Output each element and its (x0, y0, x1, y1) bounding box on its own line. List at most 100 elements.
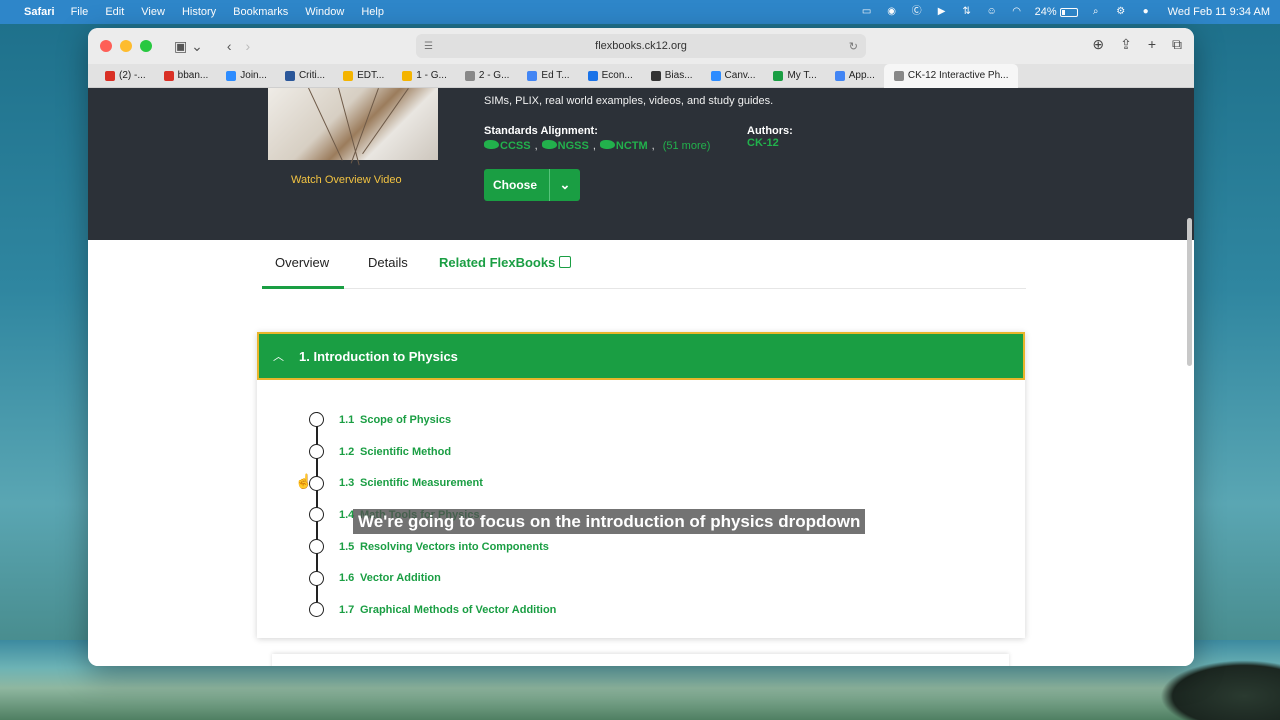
tab-overview-icon[interactable]: ⧉ (1172, 36, 1182, 53)
choose-button-label: Choose (493, 178, 538, 192)
book-hero: Watch Overview Video SIMs, PLIX, real wo… (88, 88, 1194, 240)
browser-tab[interactable]: Join... (217, 64, 276, 88)
browser-tab[interactable]: EDT... (334, 64, 393, 88)
back-icon[interactable]: ‹ (227, 38, 232, 54)
lesson-link[interactable]: Resolving Vectors into Components (360, 541, 549, 553)
page-scrollbar[interactable] (1187, 218, 1192, 366)
chevron-down-icon[interactable]: ⌄ (549, 169, 580, 201)
browser-tab[interactable]: 1 - G... (393, 64, 456, 88)
lesson-number: 1.7 (339, 603, 355, 616)
content-tabs: Overview Details Related FlexBooks (262, 240, 1026, 289)
lesson-item[interactable]: 1.6 Vector Addition (309, 562, 556, 603)
sidebar-toggle-icon[interactable]: ▣ ⌄ (174, 38, 203, 55)
lesson-number: 1.5 (339, 540, 355, 553)
lesson-link[interactable]: Scope of Physics (360, 414, 451, 426)
browser-tab[interactable]: My T... (764, 64, 825, 88)
menu-view[interactable]: View (141, 6, 165, 18)
lesson-item[interactable]: 1.1 Scope of Physics (309, 404, 556, 444)
address-bar[interactable]: ☰ flexbooks.ck12.org ↻ (416, 34, 866, 58)
menu-history[interactable]: History (182, 6, 216, 18)
choose-button[interactable]: Choose ⌄ (484, 169, 580, 201)
zoom-window-button[interactable] (140, 40, 152, 52)
tab-favicon-icon (226, 70, 237, 81)
browser-tab[interactable]: App... (826, 64, 884, 88)
browser-tab[interactable]: CK-12 Interactive Ph... (883, 63, 1019, 88)
chapter-header[interactable]: ︿ 1. Introduction to Physics (257, 332, 1025, 380)
browser-tab[interactable]: Criti... (276, 64, 334, 88)
tab-related-flexbooks[interactable]: Related FlexBooks (439, 255, 572, 270)
tab-label: Ed T... (541, 70, 570, 81)
tab-favicon-icon (464, 70, 475, 81)
minimize-window-button[interactable] (120, 40, 132, 52)
standard-ccss-link[interactable]: CCSS (484, 140, 531, 152)
menu-file[interactable]: File (71, 6, 89, 18)
play-icon[interactable]: ▶ (935, 6, 949, 18)
lesson-progress-circle-icon (309, 602, 324, 618)
standards-more-link[interactable]: (51 more) (663, 140, 711, 152)
wifi-icon[interactable]: ◠ (1010, 6, 1024, 18)
page-settings-icon[interactable]: ☰ (424, 41, 433, 52)
forward-icon[interactable]: › (246, 38, 251, 54)
menu-help[interactable]: Help (361, 6, 384, 18)
menu-app-name[interactable]: Safari (24, 6, 55, 18)
lesson-item[interactable]: 1.5 Resolving Vectors into Components (309, 531, 556, 571)
close-window-button[interactable] (100, 40, 112, 52)
lesson-link[interactable]: Graphical Methods of Vector Addition (360, 604, 556, 616)
lesson-progress-circle-icon (309, 444, 324, 460)
lesson-progress-circle-icon (309, 507, 324, 523)
lesson-link[interactable]: Vector Addition (360, 572, 441, 584)
screen-share-icon[interactable]: ▭ (860, 6, 874, 18)
browser-tab[interactable]: Econ... (579, 64, 642, 88)
chevron-up-icon[interactable]: ︿ (273, 348, 299, 364)
browser-tab[interactable]: (2) -... (96, 64, 155, 88)
standard-ngss-link[interactable]: NGSS (541, 140, 589, 152)
browser-tab[interactable]: Canv... (702, 64, 765, 88)
lesson-progress-circle-icon (309, 570, 324, 586)
lesson-number: 1.2 (339, 445, 355, 458)
zoom-icon[interactable]: ◉ (885, 6, 899, 18)
mirror-icon[interactable]: ⇅ (960, 6, 974, 18)
browser-tab[interactable]: Ed T... (518, 64, 578, 88)
menu-edit[interactable]: Edit (105, 6, 124, 18)
control-center-icon[interactable]: ⚙ (1114, 6, 1128, 18)
lesson-progress-circle-icon (309, 539, 324, 555)
lesson-progress-circle-icon (309, 412, 324, 428)
menubar-clock[interactable]: Wed Feb 11 9:34 AM (1168, 6, 1270, 18)
tab-favicon-icon (710, 70, 721, 81)
tab-details[interactable]: Details (368, 255, 408, 270)
siri-icon[interactable]: ● (1139, 6, 1153, 18)
us-map-icon (484, 140, 499, 149)
tab-favicon-icon (834, 70, 845, 81)
share-icon[interactable]: ⇪ (1120, 36, 1132, 53)
tab-label: App... (848, 70, 875, 81)
browser-tab[interactable]: 2 - G... (456, 64, 519, 88)
menu-bookmarks[interactable]: Bookmarks (233, 6, 288, 18)
lesson-item[interactable]: 1.7 Graphical Methods of Vector Addition (309, 594, 556, 626)
tab-overview[interactable]: Overview (275, 255, 329, 270)
standards-list: CCSS, NGSS, NCTM, (51 more) (484, 140, 710, 152)
lesson-item[interactable]: 1.2 Scientific Method (309, 436, 556, 476)
chapter-title: 1. Introduction to Physics (299, 348, 458, 364)
lesson-link[interactable]: Scientific Method (360, 446, 451, 458)
book-cover-image[interactable] (268, 88, 438, 166)
lesson-number: 1.1 (339, 413, 355, 426)
author-link[interactable]: CK-12 (747, 137, 779, 149)
spotlight-search-icon[interactable]: ⌕ (1089, 6, 1103, 18)
user-icon[interactable]: ☺ (985, 6, 999, 18)
browser-tab[interactable]: bban... (155, 64, 218, 88)
tab-favicon-icon (105, 70, 115, 81)
url-text: flexbooks.ck12.org (595, 40, 687, 52)
standards-alignment-label: Standards Alignment: (484, 125, 598, 137)
lesson-item[interactable]: 1.3 Scientific Measurement (309, 467, 556, 508)
menu-window[interactable]: Window (305, 6, 344, 18)
reload-icon[interactable]: ↻ (849, 40, 858, 53)
watch-overview-video-link[interactable]: Watch Overview Video (291, 174, 402, 186)
tab-label: Bias... (664, 70, 693, 81)
c-extension-icon[interactable]: Ⓒ (910, 6, 924, 18)
standard-nctm-link[interactable]: NCTM (599, 140, 648, 152)
battery-indicator[interactable]: 24% (1035, 6, 1078, 18)
new-tab-icon[interactable]: + (1148, 36, 1156, 53)
lesson-link[interactable]: Scientific Measurement (360, 477, 483, 489)
downloads-icon[interactable]: ⊕ (1092, 36, 1104, 53)
browser-tab[interactable]: Bias... (642, 64, 702, 88)
